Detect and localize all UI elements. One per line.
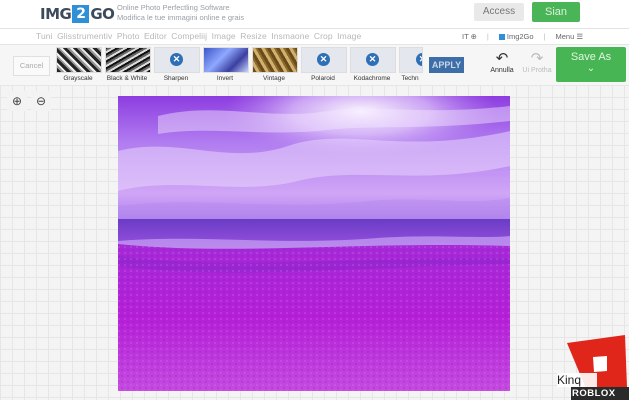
signin-button[interactable]: Sian [532, 2, 580, 22]
divider: | [486, 32, 489, 41]
redo-label: Ui Protha [522, 67, 552, 74]
redo-icon: ↷ [530, 50, 544, 67]
filter-thumbnail: ✕ [154, 47, 200, 73]
watermark-text-roblox: ROBLOX [572, 388, 616, 399]
zoom-out-icon: ⊖ [35, 94, 47, 108]
filter-invert[interactable]: Invert [203, 47, 249, 82]
tab-link[interactable]: Glisstrumentiv [57, 31, 112, 41]
filter-list: Grayscale Black & White ✕ Sharpen Invert… [56, 47, 426, 82]
filter-grayscale[interactable]: Grayscale [56, 47, 102, 82]
tab-link[interactable]: Tuni [36, 31, 53, 41]
zoom-out-button[interactable]: ⊖ [31, 91, 51, 111]
close-circle-icon: ✕ [317, 53, 330, 66]
edited-photo [118, 96, 510, 391]
logo-text-go: GO [90, 5, 115, 23]
brand-link-label: Img2Go [506, 32, 534, 41]
filter-thumbnail: ✕ [399, 47, 423, 73]
watermark-text-kinq: Kinq [557, 373, 582, 387]
cancel-button[interactable]: Cancel [13, 56, 50, 76]
top-bar: IMG 2 GO Online Photo Perfectling Softwa… [0, 0, 629, 29]
tab-link[interactable]: Image [337, 31, 361, 41]
filter-label: Black & White [106, 75, 148, 82]
redo-button[interactable]: ↷ Ui Protha [521, 50, 553, 75]
beach-photo-image [118, 96, 510, 391]
filter-thumbnail: ✕ [350, 47, 396, 73]
filter-label: Vintage [263, 75, 285, 82]
filter-technicolor[interactable]: ✕ Techn [399, 47, 423, 82]
filter-thumbnail [203, 47, 249, 73]
zoom-in-button[interactable]: ⊕ [7, 91, 27, 111]
filter-label: Polaroid [311, 75, 335, 82]
chevron-down-icon: ⌄ [586, 63, 596, 74]
header-links: IT ⊕ | Img2Go | Menu ☰ [462, 32, 583, 41]
nav-tabs: Tuni Glisstrumentiv Photo Editor Compeli… [36, 31, 363, 41]
logo-text-img: IMG [40, 5, 72, 23]
language-selector[interactable]: IT ⊕ [462, 32, 477, 41]
undo-label: Annulla [490, 67, 514, 74]
close-circle-icon: ✕ [366, 53, 379, 66]
filter-kodachrome[interactable]: ✕ Kodachrome [350, 47, 396, 82]
undo-button[interactable]: ↶ Annulla [487, 50, 517, 75]
tagline-line2: Modifica le tue immagini online e grais [117, 12, 245, 22]
filter-toolbar: Cancel Grayscale Black & White ✕ Sharpen… [0, 44, 629, 86]
filter-label: Invert [216, 75, 234, 82]
brand-link[interactable]: Img2Go [498, 32, 534, 41]
filter-label: Grayscale [63, 75, 93, 82]
logo-text-2: 2 [72, 5, 90, 23]
divider: | [543, 32, 546, 41]
img2go-logo[interactable]: IMG 2 GO [40, 5, 115, 23]
tab-link[interactable]: Image [212, 31, 236, 41]
kinq-roblox-watermark: Kinq ROBLOX [557, 335, 629, 400]
zoom-in-icon: ⊕ [11, 94, 23, 108]
filter-thumbnail [105, 47, 151, 73]
save-as-button[interactable]: Save As ⌄ [556, 47, 626, 82]
tab-link[interactable]: Compeliij [171, 31, 207, 41]
filter-label: Sharpen [163, 75, 189, 82]
filter-black-white[interactable]: Black & White [105, 47, 151, 82]
filter-thumbnail [252, 47, 298, 73]
close-circle-icon: ✕ [416, 53, 422, 66]
tab-link[interactable]: Insmaone [271, 31, 309, 41]
save-as-label: Save As [570, 51, 612, 63]
tab-link[interactable]: Resize [240, 31, 267, 41]
filter-thumbnail: ✕ [301, 47, 347, 73]
menu-button[interactable]: Menu ☰ [556, 32, 584, 41]
apply-button[interactable]: APPLY [429, 57, 464, 73]
tab-link[interactable]: Photo [117, 31, 140, 41]
filter-vintage[interactable]: Vintage [252, 47, 298, 82]
brand-square-icon [498, 34, 505, 41]
tagline: Online Photo Perfectling Software Modifi… [117, 3, 244, 22]
close-circle-icon: ✕ [170, 53, 183, 66]
filter-sharpen[interactable]: ✕ Sharpen [154, 47, 200, 82]
access-button[interactable]: Access [474, 3, 524, 21]
filter-label: Kodachrome [353, 75, 391, 82]
filter-thumbnail [56, 47, 102, 73]
filter-label: Techn [401, 75, 419, 82]
tab-link[interactable]: Crop [314, 31, 333, 41]
filter-polaroid[interactable]: ✕ Polaroid [301, 47, 347, 82]
tab-link[interactable]: Editor [144, 31, 167, 41]
undo-icon: ↶ [495, 50, 509, 67]
tagline-line1: Online Photo Perfectling Software [117, 3, 230, 12]
